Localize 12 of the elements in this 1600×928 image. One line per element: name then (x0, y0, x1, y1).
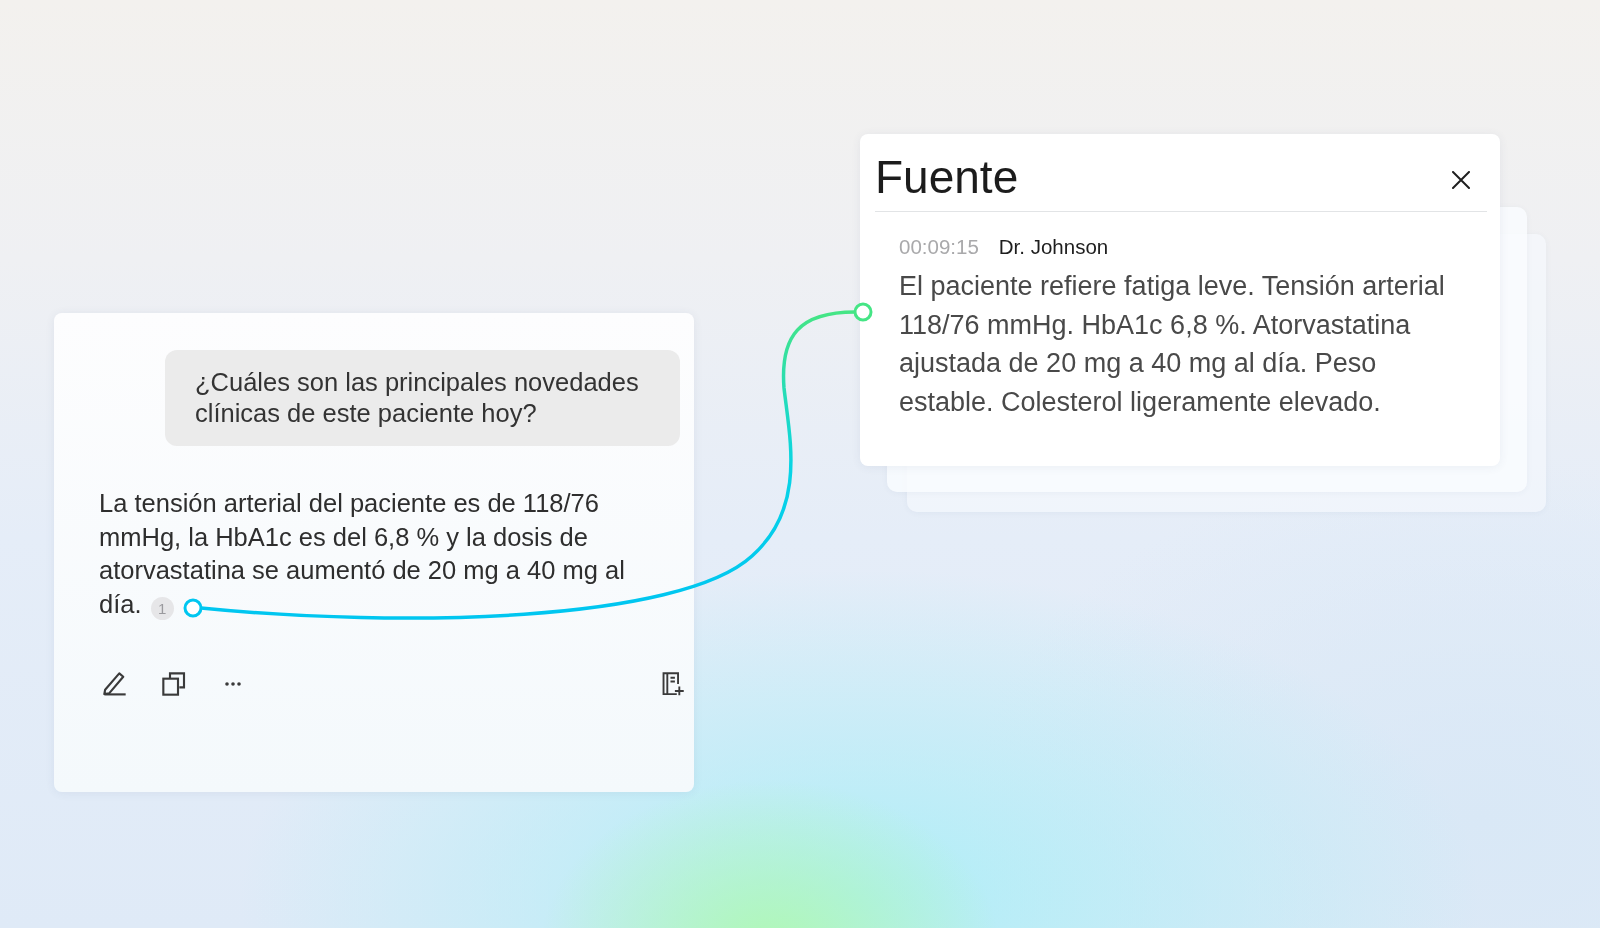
pencil-icon (103, 671, 127, 696)
close-icon (1452, 170, 1470, 189)
citation-badge[interactable]: 1 (150, 597, 174, 621)
answer-text: La tensión arterial del paciente es de 118/76 mmHg, la HbA1c es del 6,8 % y la dosis de atorvastatina se aumentó de 20 mg a 40 mg al día. 1 (99, 488, 626, 622)
notebook-plus-icon (661, 671, 685, 696)
copy-icon (162, 671, 186, 696)
speaker-name: Dr. Johnson (998, 234, 1109, 260)
question-message: ¿Cuáles son las principales novedades clínicas de este paciente hoy? (165, 350, 680, 446)
panel-title: Fuente (875, 149, 1019, 205)
ellipsis-icon (225, 681, 241, 686)
timestamp: 00:09:15 (899, 234, 979, 260)
transcript-text: El paciente refiere fatiga leve. Tensión arterial 118/76 mmHg. HbA1c 6,8 %. Atorvastatina ajustada de 20 mg a 40 mg al día. Peso estable. Colesterol ligeramente elevado. (899, 270, 1446, 419)
